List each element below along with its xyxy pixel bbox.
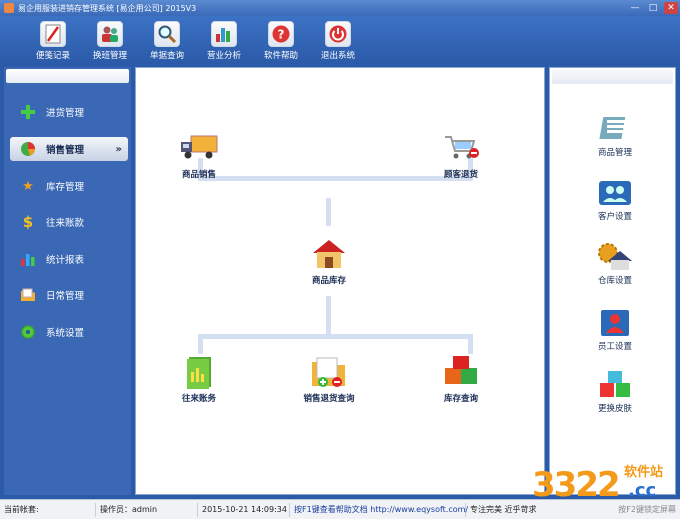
cart-return-icon	[441, 130, 481, 166]
sidebar-header	[6, 69, 129, 83]
bar-chart-icon	[211, 21, 237, 47]
window-title: 易企用服装进销存管理系统 [易企用公司] 2015V3	[18, 3, 197, 13]
maximize-button[interactable]: □	[646, 2, 660, 14]
power-icon	[325, 21, 351, 47]
toolbar-query-button[interactable]: 单据查询	[142, 18, 192, 62]
connector-line	[198, 334, 473, 339]
toolbar-help-button[interactable]: ? 软件帮助	[256, 18, 306, 62]
cubes-icon	[596, 368, 634, 402]
connector-line	[326, 296, 331, 334]
house-icon	[309, 236, 349, 272]
sidebar-item-accounts[interactable]: $ 往来账款	[10, 210, 128, 234]
right-item-staff[interactable]: 员工设置	[580, 306, 650, 352]
toolbar-shift-button[interactable]: 换班管理	[85, 18, 135, 62]
customers-icon	[596, 176, 634, 210]
title-bar: 易企用服装进销存管理系统 [易企用公司] 2015V3 — □ ✕	[0, 0, 680, 16]
right-item-products[interactable]: 商品管理	[580, 112, 650, 158]
sidebar: 进货管理 销售管理 » ★ 库存管理 $ 往来账款 统计报表 日常管理 系统设置	[4, 67, 131, 495]
toolbar-analysis-button[interactable]: 营业分析	[199, 18, 249, 62]
help-icon: ?	[268, 21, 294, 47]
warehouse-icon	[596, 240, 634, 274]
staff-icon	[596, 306, 634, 340]
notepad-icon	[40, 21, 66, 47]
sidebar-item-inventory[interactable]: ★ 库存管理	[10, 174, 128, 198]
pie-chart-icon	[20, 141, 36, 157]
window-controls: — □ ✕	[628, 2, 678, 14]
svg-text:?: ?	[278, 28, 285, 42]
sidebar-item-sales[interactable]: 销售管理 »	[10, 137, 128, 161]
node-product-sales[interactable]: 商品销售	[164, 130, 234, 180]
status-operator: 操作员：admin	[96, 502, 198, 517]
settings-panel-header	[552, 70, 673, 84]
site-watermark: 3322 软件站 .cc	[530, 455, 680, 517]
sidebar-item-purchase[interactable]: 进货管理	[10, 100, 128, 124]
main-frame: 进货管理 销售管理 » ★ 库存管理 $ 往来账款 统计报表 日常管理 系统设置…	[0, 64, 680, 499]
node-stock-query[interactable]: 库存查询	[426, 354, 496, 404]
workflow-panel: 商品销售 顾客退货 商品库存 往来账务 销售退货查询 库存查询	[135, 67, 545, 495]
node-account-ledger[interactable]: 往来账务	[164, 354, 234, 404]
right-item-warehouses[interactable]: 仓库设置	[580, 240, 650, 286]
sidebar-item-reports[interactable]: 统计报表	[10, 247, 128, 271]
folder-icon	[20, 287, 36, 303]
sidebar-item-daily[interactable]: 日常管理	[10, 283, 128, 307]
node-product-stock[interactable]: 商品库存	[294, 236, 364, 286]
connector-line	[326, 198, 331, 226]
close-button[interactable]: ✕	[664, 2, 678, 14]
star-icon: ★	[22, 178, 34, 194]
bar-chart-icon	[20, 251, 36, 267]
boxes-icon	[441, 354, 481, 390]
toolbar-exit-button[interactable]: 退出系统	[313, 18, 363, 62]
catalog-icon	[596, 112, 634, 146]
chevron-right-icon: »	[115, 143, 122, 155]
minimize-button[interactable]: —	[628, 2, 642, 14]
status-account: 当前帐套:	[0, 502, 96, 517]
connector-line	[468, 334, 473, 354]
app-icon	[4, 3, 14, 13]
toolbar-notes-button[interactable]: 便笺记录	[28, 18, 78, 62]
folder-query-icon	[309, 354, 349, 390]
status-help-link[interactable]: 按F1键查看帮助文档 http://www.eqysoft.com/	[290, 502, 468, 517]
users-icon	[97, 21, 123, 47]
sidebar-item-settings[interactable]: 系统设置	[10, 320, 128, 344]
watermark-text: 软件站	[624, 465, 664, 480]
watermark-domain: .cc	[628, 480, 657, 501]
right-item-customers[interactable]: 客户设置	[580, 176, 650, 222]
gear-icon	[20, 324, 36, 340]
plus-icon	[20, 104, 36, 120]
ledger-icon	[179, 354, 219, 390]
magnifier-icon	[154, 21, 180, 47]
dollar-icon: $	[22, 213, 34, 231]
right-item-skins[interactable]: 更换皮肤	[580, 368, 650, 414]
watermark-number: 3322	[532, 465, 621, 505]
settings-panel: 商品管理 客户设置 仓库设置 员工设置 更换皮肤	[549, 67, 676, 495]
status-datetime: 2015-10-21 14:09:34	[198, 502, 290, 517]
connector-line	[198, 334, 203, 354]
main-toolbar: 便笺记录 换班管理 单据查询 营业分析 ? 软件帮助 退出系统	[0, 16, 680, 64]
node-sales-return-query[interactable]: 销售退货查询	[294, 354, 364, 404]
truck-icon	[179, 130, 219, 166]
node-customer-returns[interactable]: 顾客退货	[426, 130, 496, 180]
